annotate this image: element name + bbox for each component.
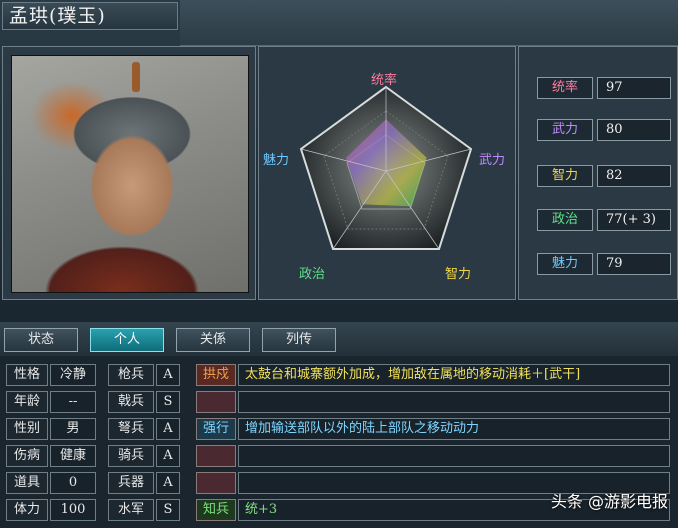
stat-value: 79 (597, 253, 671, 275)
skill-name (196, 472, 236, 494)
radar-label-war: 武力 (479, 153, 506, 168)
skill-name (196, 391, 236, 413)
radar-label-politics: 政治 (299, 267, 326, 282)
tab-bar: 状态 个人 关係 列传 (0, 322, 678, 356)
stat-label: 魅力 (537, 253, 593, 275)
stat-value: 77(+ 3) (597, 209, 671, 231)
skill-description: 太鼓台和城寨额外加成，增加敌在属地的移动消耗＋[武干] (238, 364, 670, 386)
stat-value: 80 (597, 119, 671, 141)
stat-row-war: 武力 80 (537, 119, 671, 141)
top-bar (180, 0, 678, 46)
stat-label: 智力 (537, 165, 593, 187)
aptitude-label: 水军 (108, 499, 154, 521)
personal-value: 男 (50, 418, 96, 440)
personal-value: 健康 (50, 445, 96, 467)
skill-name: 拱戍 (196, 364, 236, 386)
aptitude-label: 弩兵 (108, 418, 154, 440)
aptitude-grade: S (156, 499, 180, 521)
aptitude-label: 枪兵 (108, 364, 154, 386)
skill-name: 知兵 (196, 499, 236, 521)
stat-label: 统率 (537, 77, 593, 99)
aptitude-grade: A (156, 364, 180, 386)
officer-name-title: 孟珙(璞玉) (2, 2, 178, 30)
personal-label: 道具 (6, 472, 48, 494)
aptitude-grade: A (156, 445, 180, 467)
skill-description (238, 391, 670, 413)
stat-label: 政治 (537, 209, 593, 231)
aptitude-label: 戟兵 (108, 391, 154, 413)
stat-row-intelligence: 智力 82 (537, 165, 671, 187)
radar-label-intelligence: 智力 (445, 267, 472, 282)
stat-row-charisma: 魅力 79 (537, 253, 671, 275)
helmet-plume (132, 62, 140, 92)
personal-value: 冷静 (50, 364, 96, 386)
aptitude-grade: A (156, 472, 180, 494)
tab-personal[interactable]: 个人 (90, 328, 164, 352)
watermark: 头条 @游影电报 (550, 492, 668, 511)
tab-biography[interactable]: 列传 (262, 328, 336, 352)
personal-label: 伤病 (6, 445, 48, 467)
tab-status[interactable]: 状态 (4, 328, 78, 352)
aptitude-grade: S (156, 391, 180, 413)
stats-panel: 统率 97 武力 80 智力 82 政治 77(+ 3) 魅力 79 (518, 46, 678, 300)
radar-label-command: 统率 (371, 73, 398, 88)
personal-value: -- (50, 391, 96, 413)
portrait-frame (2, 46, 256, 300)
personal-label: 体力 (6, 499, 48, 521)
stat-label: 武力 (537, 119, 593, 141)
stat-row-politics: 政治 77(+ 3) (537, 209, 671, 231)
aptitude-label: 兵器 (108, 472, 154, 494)
stat-row-command: 统率 97 (537, 77, 671, 99)
skill-name (196, 445, 236, 467)
skill-description (238, 445, 670, 467)
personal-label: 性格 (6, 364, 48, 386)
personal-value: 0 (50, 472, 96, 494)
radar-label-charisma: 魅力 (263, 153, 290, 168)
personal-label: 年龄 (6, 391, 48, 413)
personal-label: 性别 (6, 418, 48, 440)
stat-value: 82 (597, 165, 671, 187)
stat-value: 97 (597, 77, 671, 99)
aptitude-label: 骑兵 (108, 445, 154, 467)
skill-description: 增加输送部队以外的陆上部队之移动动力 (238, 418, 670, 440)
personal-value: 100 (50, 499, 96, 521)
stat-radar-panel: 统率 武力 智力 政治 魅力 (258, 46, 516, 300)
officer-portrait (11, 55, 249, 293)
aptitude-grade: A (156, 418, 180, 440)
officer-screen: 孟珙(璞玉) 统率 武力 智力 政治 魅力 统率 97 武力 80 智力 82 … (0, 0, 678, 528)
skill-name: 强行 (196, 418, 236, 440)
tab-relations[interactable]: 关係 (176, 328, 250, 352)
